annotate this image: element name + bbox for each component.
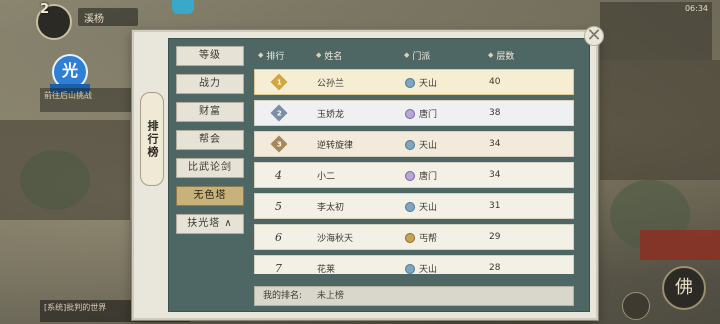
row-name: 李太初 <box>317 202 345 213</box>
table-row[interactable]: 5 李太初 天山 31 <box>254 193 574 219</box>
player-level: 2 <box>40 2 50 17</box>
row-sect: 丐帮 <box>419 233 438 244</box>
row-floor: 29 <box>489 232 501 242</box>
table-row[interactable]: 1 公孙兰 天山 40 <box>254 69 574 95</box>
ranking-table[interactable]: ◆ 排行 ◆ 姓名 ◆ 门派 ◆ 层数 1 公孙兰 天山 40 2 玉娇龙 唐门 38 … <box>254 46 574 274</box>
row-floor: 31 <box>489 201 501 211</box>
table-row[interactable]: 6 沙海秋天 丐帮 29 <box>254 224 574 250</box>
tianshan-sect-icon <box>405 202 415 212</box>
my-rank-value: 未上榜 <box>316 291 344 301</box>
row-floor: 38 <box>489 108 501 118</box>
gold-rank-icon: 1 <box>270 73 288 91</box>
tianshan-sect-icon <box>405 264 415 274</box>
row-floor: 34 <box>489 139 501 149</box>
tangmen-sect-icon <box>405 171 415 181</box>
row-name: 小二 <box>317 171 336 182</box>
minimap[interactable]: 06:34 <box>600 2 712 60</box>
background-red-roof <box>640 230 720 260</box>
background-tree <box>20 150 90 210</box>
menu-item-fuguang-tower[interactable]: 扶光塔 ∧ <box>176 214 244 234</box>
leaderboard-panel: 排行榜 等级 战力 财富 帮会 比武论剑 无色塔 扶光塔 ∧ ◆ 排行 ◆ 姓名 ◆… <box>132 26 604 320</box>
table-row[interactable]: 4 小二 唐门 34 <box>254 162 574 188</box>
menu-item-wealth[interactable]: 财富 <box>176 102 244 122</box>
header-floor: 层数 <box>496 51 515 62</box>
skill-icon[interactable] <box>622 292 650 320</box>
table-row[interactable]: 3 逆转旋律 天山 34 <box>254 131 574 157</box>
row-rank: 7 <box>275 261 282 275</box>
tianshan-sect-icon <box>405 140 415 150</box>
row-sect: 唐门 <box>419 109 438 120</box>
row-sect: 唐门 <box>419 171 438 182</box>
table-header: ◆ 排行 ◆ 姓名 ◆ 门派 ◆ 层数 <box>254 46 574 64</box>
row-name: 花莱 <box>317 264 336 275</box>
row-floor: 34 <box>489 170 501 180</box>
top-center-icon[interactable] <box>172 0 194 14</box>
row-floor: 28 <box>489 263 501 273</box>
header-rank: 排行 <box>266 51 285 62</box>
menu-item-guild[interactable]: 帮会 <box>176 130 244 150</box>
table-row[interactable]: 7 花莱 天山 28 <box>254 255 574 274</box>
my-rank-label: 我的排名: <box>263 291 303 301</box>
row-floor: 40 <box>489 77 501 87</box>
tangmen-sect-icon <box>405 109 415 119</box>
row-name: 公孙兰 <box>317 78 345 89</box>
row-rank: 5 <box>275 199 282 213</box>
player-name: 溪杨 <box>78 8 138 26</box>
quest-tracker[interactable]: 前往后山挑战 <box>40 88 136 112</box>
header-name: 姓名 <box>324 51 343 62</box>
row-sect: 天山 <box>419 202 438 213</box>
silver-rank-icon: 2 <box>270 104 288 122</box>
row-rank: 6 <box>275 230 282 244</box>
leaderboard-vertical-tab[interactable]: 排行榜 <box>140 92 164 186</box>
row-name: 沙海秋天 <box>317 233 354 244</box>
gaibang-sect-icon <box>405 233 415 243</box>
menu-item-wuse-tower[interactable]: 无色塔 <box>176 186 244 206</box>
menu-item-level[interactable]: 等级 <box>176 46 244 66</box>
close-icon[interactable]: ✕ <box>584 26 604 46</box>
row-sect: 天山 <box>419 140 438 151</box>
background-house <box>600 60 720 180</box>
tianshan-sect-icon <box>405 78 415 88</box>
row-name: 逆转旋律 <box>317 140 354 151</box>
buddha-skill-icon[interactable]: 佛 <box>662 266 706 310</box>
table-row[interactable]: 2 玉娇龙 唐门 38 <box>254 100 574 126</box>
bronze-rank-icon: 3 <box>270 135 288 153</box>
category-menu: 等级 战力 财富 帮会 比武论剑 无色塔 扶光塔 ∧ <box>176 46 244 242</box>
row-name: 玉娇龙 <box>317 109 345 120</box>
row-sect: 天山 <box>419 264 438 275</box>
row-sect: 天山 <box>419 78 438 89</box>
menu-item-duel[interactable]: 比武论剑 <box>176 158 244 178</box>
row-rank: 4 <box>275 168 282 182</box>
header-sect: 门派 <box>412 51 431 62</box>
menu-item-power[interactable]: 战力 <box>176 74 244 94</box>
my-rank-bar: 我的排名: 未上榜 <box>254 286 574 306</box>
